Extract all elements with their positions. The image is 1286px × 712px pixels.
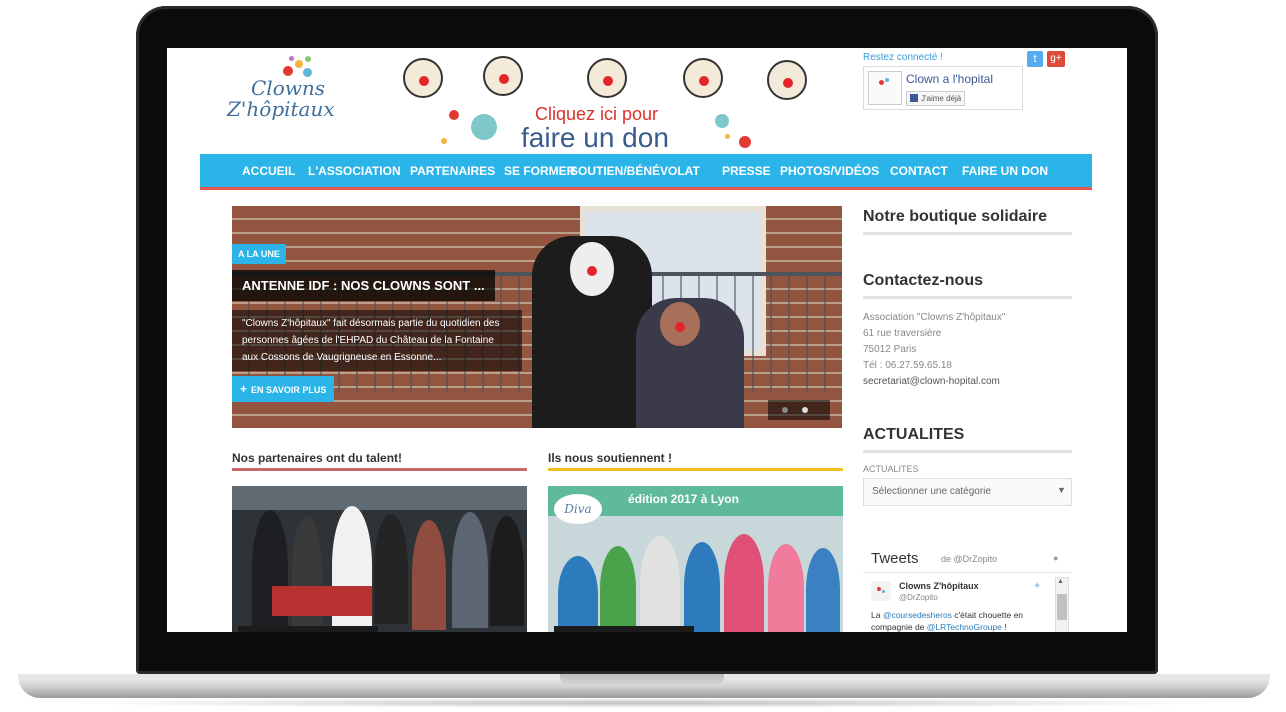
tweets-scrollbar[interactable]: ▲ (1055, 577, 1069, 632)
tweet-item[interactable]: Clowns Z'hôpitaux @DrZopito ✦ La @course… (863, 572, 1072, 632)
laptop-shadow (60, 698, 1226, 708)
supporters-section-title: Ils nous soutiennent ! (548, 451, 673, 465)
chevron-down-icon: ▼ (1057, 485, 1066, 495)
read-more-label: EN SAVOIR PLUS (251, 385, 327, 395)
contact-org: Association "Clowns Z'hôpitaux" (863, 312, 1006, 323)
read-more-button[interactable]: + EN SAVOIR PLUS (232, 376, 335, 402)
contact-title: Contactez-nous (863, 272, 983, 289)
google-plus-icon[interactable]: g+ (1047, 51, 1065, 67)
tweets-by[interactable]: de @DrZopito (941, 554, 997, 564)
partners-section-title: Nos partenaires ont du talent! (232, 451, 403, 465)
news-category-value: Sélectionner une catégorie (872, 486, 991, 497)
contact-block: Association "Clowns Z'hôpitaux" 61 rue t… (863, 310, 1005, 390)
fb-like-label: J'aime déjà (921, 94, 962, 103)
laptop-notch (560, 674, 724, 686)
news-title: ACTUALITES (863, 426, 965, 443)
partners-card-image[interactable] (232, 486, 527, 632)
clown-photo (483, 56, 523, 96)
plus-icon: + (240, 382, 248, 396)
slider-dot[interactable] (782, 407, 788, 413)
nav-item-photos-videos[interactable]: PHOTOS/VIDÉOS (780, 164, 879, 178)
nav-item-accueil[interactable]: ACCUEIL (242, 164, 295, 178)
contact-street: 61 rue traversière (863, 328, 942, 339)
slider-dot-active[interactable] (802, 407, 808, 413)
nav-item-soutien[interactable]: SOUTIEN/BÉNÉVOLAT (570, 164, 700, 178)
clown-photo (587, 58, 627, 98)
tweet-mention-link[interactable]: @LRTechnoGroupe (927, 622, 1002, 632)
facebook-icon (910, 94, 918, 102)
tweet-avatar[interactable] (871, 581, 891, 601)
fb-like-button[interactable]: J'aime déjà (906, 91, 966, 106)
partners-card-caption (238, 626, 378, 632)
tweet-text-part: ! (1001, 622, 1007, 632)
supporters-card-image[interactable]: Diva édition 2017 à Lyon (548, 486, 843, 632)
supporters-underline (548, 468, 843, 471)
tweet-author-handle[interactable]: @DrZopito (899, 593, 938, 602)
partners-underline (232, 468, 527, 471)
tweet-author-name[interactable]: Clowns Z'hôpitaux (899, 581, 979, 591)
contact-email[interactable]: secretariat@clown-hopital.com (863, 374, 1005, 390)
nav-item-partenaires[interactable]: PARTENAIRES (410, 164, 495, 178)
news-divider (863, 450, 1072, 453)
logo-line1: Clowns (251, 76, 326, 100)
contact-city: 75012 Paris (863, 344, 917, 355)
nav-item-association[interactable]: L'ASSOCIATION (308, 164, 401, 178)
diva-banner-text: édition 2017 à Lyon (628, 492, 739, 506)
slide-title[interactable]: ANTENNE IDF : NOS CLOWNS SONT ... (232, 270, 495, 301)
clown-photo (403, 58, 443, 98)
tweets-title: Tweets (871, 550, 919, 567)
main-nav: ACCUEIL L'ASSOCIATION PARTENAIRES SE FOR… (200, 154, 1092, 190)
fb-page-thumbnail[interactable] (868, 71, 902, 105)
shop-title[interactable]: Notre boutique solidaire (863, 208, 1047, 226)
twitter-bird-icon: ✦ (1033, 581, 1042, 592)
scrollbar-thumb[interactable] (1057, 594, 1067, 620)
supporters-card-caption (554, 626, 694, 632)
slide-excerpt: "Clowns Z'hôpitaux" fait désormais parti… (232, 310, 522, 371)
slide-clown-face (570, 242, 614, 296)
browser-viewport: Clowns Z'hôpitaux Cliquez ici pour faire… (167, 48, 1127, 632)
news-category-label: ACTUALITES (863, 464, 919, 474)
diva-logo: Diva (554, 494, 602, 524)
clown-photo (767, 60, 807, 100)
tweet-text-part: La (871, 610, 883, 620)
nav-item-se-former[interactable]: SE FORMER (504, 164, 575, 178)
banner-cta-line2[interactable]: faire un don (521, 122, 669, 154)
twitter-timeline-widget[interactable]: Tweets de @DrZopito ● Clowns Z'hôpitaux … (863, 544, 1072, 632)
tweet-mention-link[interactable]: @coursedesheros (883, 610, 952, 620)
nav-item-contact[interactable]: CONTACT (890, 164, 948, 178)
featured-badge: A LA UNE (232, 244, 286, 264)
twitter-icon[interactable]: t (1027, 51, 1043, 67)
social-label: Restez connecté ! (863, 52, 944, 63)
facebook-page-widget[interactable]: Clown a l'hopital J'aime déjà (863, 66, 1023, 110)
slide-clown-face (660, 302, 700, 346)
slider-pager (768, 400, 830, 420)
shop-divider (863, 232, 1072, 235)
featured-slider[interactable]: A LA UNE ANTENNE IDF : NOS CLOWNS SONT .… (232, 206, 842, 428)
contact-phone: Tél : 06.27.59.65.18 (863, 360, 952, 371)
tweet-text: La @coursedesheros c'était chouette en c… (871, 609, 1036, 632)
news-category-select[interactable]: Sélectionner une catégorie ▼ (863, 478, 1072, 506)
fb-page-name[interactable]: Clown a l'hopital (906, 72, 993, 86)
logo-line2: Z'hôpitaux (227, 97, 335, 121)
site-logo[interactable]: Clowns Z'hôpitaux (227, 78, 335, 120)
info-icon[interactable]: ● (1053, 553, 1058, 563)
nav-item-faire-un-don[interactable]: FAIRE UN DON (962, 164, 1048, 178)
nav-item-presse[interactable]: PRESSE (722, 164, 771, 178)
logo-dots-icon (283, 56, 323, 78)
contact-divider (863, 296, 1072, 299)
clown-photo (683, 58, 723, 98)
scroll-up-icon[interactable]: ▲ (1057, 578, 1064, 585)
